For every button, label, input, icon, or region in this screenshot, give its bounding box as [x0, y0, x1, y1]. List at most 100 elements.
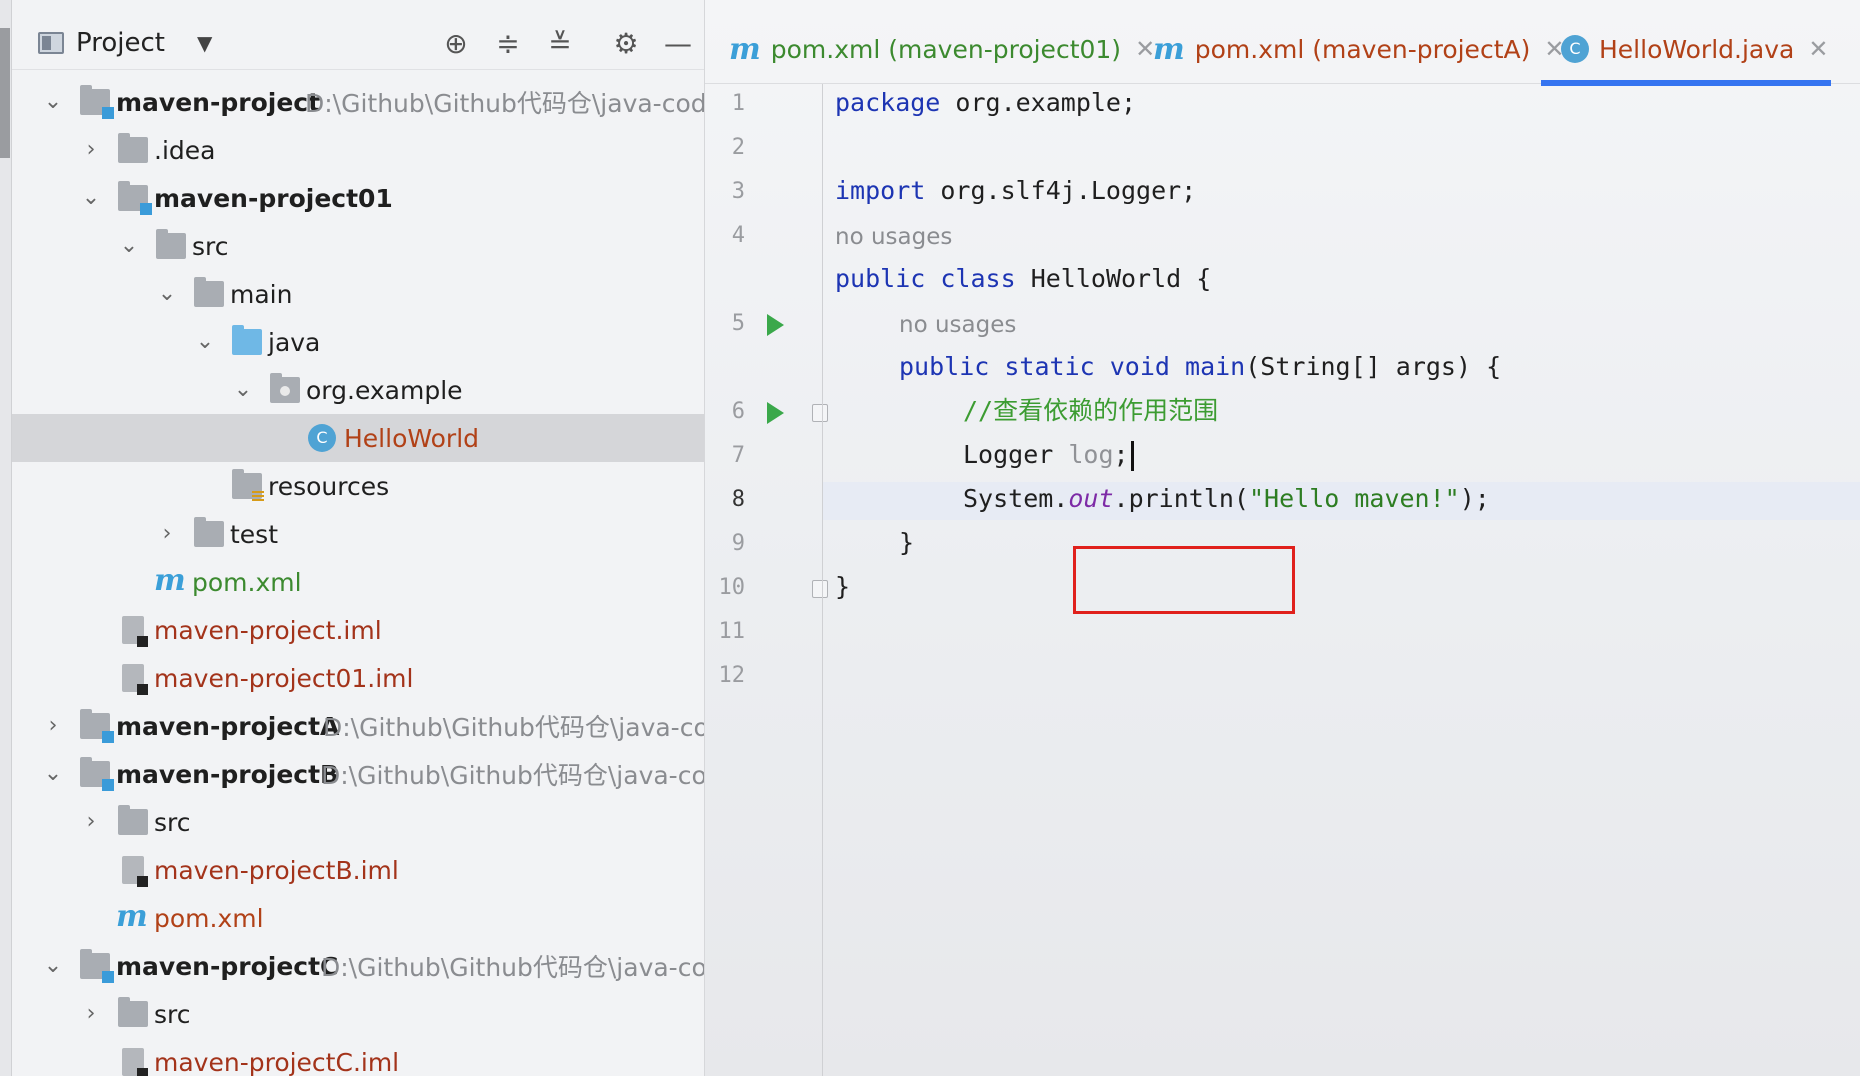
- close-icon[interactable]: ✕: [1808, 35, 1828, 63]
- locate-icon[interactable]: ⊕: [438, 26, 474, 62]
- tab-pom-xml-maven-project01[interactable]: m pom.xml (maven-project01) ✕: [729, 14, 1155, 84]
- tree-item-label: java: [268, 327, 321, 357]
- run-icon[interactable]: [767, 314, 784, 336]
- folder-icon: [118, 133, 148, 163]
- string-literal: "Hello maven!": [1248, 484, 1460, 513]
- folder-icon: [194, 517, 224, 547]
- project-panel: Project ▼ ⊕ ≑ ≚ ⚙ — ⌄ maven-project D:\G…: [12, 0, 705, 1076]
- left-tool-strip: [0, 0, 12, 1076]
- line-number: 2: [731, 135, 745, 160]
- fold-icon[interactable]: [812, 580, 828, 598]
- tree-item-label: maven-projectA: [116, 711, 340, 741]
- text-caret: [1130, 441, 1134, 471]
- keyword: public: [835, 264, 926, 293]
- tree-item-src[interactable]: ⌄ src: [12, 222, 704, 270]
- code-text: );: [1459, 484, 1490, 513]
- tab-label: HelloWorld.java: [1599, 34, 1795, 64]
- fold-icon[interactable]: [812, 404, 828, 422]
- line-number: 6: [731, 399, 745, 424]
- tree-item-maven-project01[interactable]: ⌄ maven-project01: [12, 174, 704, 222]
- run-icon[interactable]: [767, 402, 784, 424]
- chevron-down-icon[interactable]: ⌄: [118, 235, 140, 257]
- tree-item-pom-xml[interactable]: m pom.xml: [12, 558, 704, 606]
- code-line-6: public static void main(String[] args) {: [899, 348, 1501, 386]
- expand-all-icon[interactable]: ≑: [490, 26, 526, 62]
- chevron-right-icon[interactable]: ›: [80, 1003, 102, 1025]
- static-field: out: [1068, 484, 1114, 513]
- chevron-down-icon[interactable]: ⌄: [80, 187, 102, 209]
- code-line-10: }: [899, 524, 914, 562]
- chevron-down-icon[interactable]: ⌄: [232, 379, 254, 401]
- keyword: void: [1109, 352, 1170, 381]
- tree-item-test[interactable]: › test: [12, 510, 704, 558]
- folder-icon: [118, 997, 148, 1027]
- tree-item-label: main: [230, 279, 293, 309]
- code-area[interactable]: package org.example; import org.slf4j.Lo…: [835, 84, 1855, 1076]
- tree-item-resources[interactable]: resources: [12, 462, 704, 510]
- chevron-down-icon[interactable]: ⌄: [194, 331, 216, 353]
- tree-item-label: org.example: [306, 375, 463, 405]
- iml-file-icon: [122, 1048, 148, 1076]
- chevron-right-icon[interactable]: ›: [156, 523, 178, 545]
- tree-item-src[interactable]: › src: [12, 798, 704, 846]
- tree-item-label: maven-projectC.iml: [154, 1047, 400, 1076]
- method-name: main: [1185, 352, 1246, 381]
- chevron-right-icon[interactable]: ›: [80, 811, 102, 833]
- line-number: 8: [731, 487, 745, 512]
- tree-item-maven-projectC[interactable]: ⌄ maven-projectC D:\Github\Github代码仓\jav…: [12, 942, 704, 990]
- tab-label: pom.xml (maven-project01): [770, 34, 1122, 64]
- tree-item-main[interactable]: ⌄ main: [12, 270, 704, 318]
- java-class-icon: C: [308, 424, 336, 452]
- chevron-down-icon[interactable]: ▼: [197, 31, 212, 55]
- tree-item-maven-projectA[interactable]: › maven-projectA D:\Github\Github代码仓\jav…: [12, 702, 704, 750]
- tree-item-java[interactable]: ⌄ java: [12, 318, 704, 366]
- tree-item-helloworld[interactable]: C HelloWorld: [12, 414, 704, 462]
- tree-item-label: maven-projectB.iml: [154, 855, 399, 885]
- usages-hint[interactable]: no usages: [835, 224, 952, 250]
- minimize-icon[interactable]: —: [660, 26, 696, 62]
- iml-file-icon: [122, 664, 148, 695]
- unused-variable: log: [1068, 440, 1114, 469]
- tree-item-label: src: [154, 999, 191, 1029]
- chevron-down-icon[interactable]: ⌄: [156, 283, 178, 305]
- chevron-down-icon[interactable]: ⌄: [42, 91, 64, 113]
- code-text: .println(: [1113, 484, 1249, 513]
- tree-item-label: HelloWorld: [344, 423, 480, 453]
- code-text: org.example;: [940, 88, 1137, 117]
- code-text: (String[] args) {: [1245, 352, 1502, 381]
- iml-file-icon: [122, 616, 148, 647]
- collapse-all-icon[interactable]: ≚: [542, 26, 578, 62]
- chevron-right-icon[interactable]: ›: [42, 715, 64, 737]
- tree-item-maven-projectC-iml[interactable]: maven-projectC.iml: [12, 1038, 704, 1076]
- gear-icon[interactable]: ⚙: [608, 26, 644, 62]
- code-editor: m pom.xml (maven-project01) ✕ m pom.xml …: [705, 0, 1860, 1076]
- tree-item-maven-projectB[interactable]: ⌄ maven-projectB D:\Github\Github代码仓\jav…: [12, 750, 704, 798]
- tree-item-maven-project[interactable]: ⌄ maven-project D:\Github\Github代码仓\java…: [12, 78, 705, 126]
- tree-item-label: maven-projectB: [116, 759, 340, 789]
- tree-item-maven-projectB-iml[interactable]: maven-projectB.iml: [12, 846, 704, 894]
- tree-item-pom-xml[interactable]: m pom.xml: [12, 894, 704, 942]
- keyword: package: [835, 88, 941, 117]
- project-panel-title[interactable]: Project: [76, 28, 165, 58]
- tab-pom-xml-maven-projectA[interactable]: m pom.xml (maven-projectA) ✕: [1153, 14, 1564, 84]
- maven-icon: m: [1153, 31, 1185, 67]
- tree-item-idea[interactable]: › .idea: [12, 126, 704, 174]
- code-line-9: System.out.println("Hello maven!");: [963, 480, 1490, 518]
- tab-helloworld-java[interactable]: C HelloWorld.java ✕: [1541, 14, 1831, 86]
- chevron-down-icon[interactable]: ⌄: [42, 763, 64, 785]
- usages-hint[interactable]: no usages: [899, 312, 1016, 338]
- tree-item-src[interactable]: › src: [12, 990, 704, 1038]
- tree-item-maven-project-iml[interactable]: maven-project.iml: [12, 606, 704, 654]
- chevron-down-icon[interactable]: ⌄: [42, 955, 64, 977]
- annotation-highlight-box: [1073, 546, 1295, 614]
- tree-item-maven-project01-iml[interactable]: maven-project01.iml: [12, 654, 704, 702]
- code-text: ;: [1113, 440, 1129, 469]
- line-number: 12: [718, 663, 746, 688]
- chevron-right-icon[interactable]: ›: [80, 139, 102, 161]
- module-path: D:\Github\Github代码仓\java-code-: [305, 89, 705, 118]
- tree-item-label: maven-project.iml: [154, 615, 382, 645]
- line-number: 10: [718, 575, 746, 600]
- code-line-8: Logger log;: [963, 436, 1134, 474]
- keyword: static: [1004, 352, 1095, 381]
- tree-item-org-example[interactable]: ⌄ org.example: [12, 366, 704, 414]
